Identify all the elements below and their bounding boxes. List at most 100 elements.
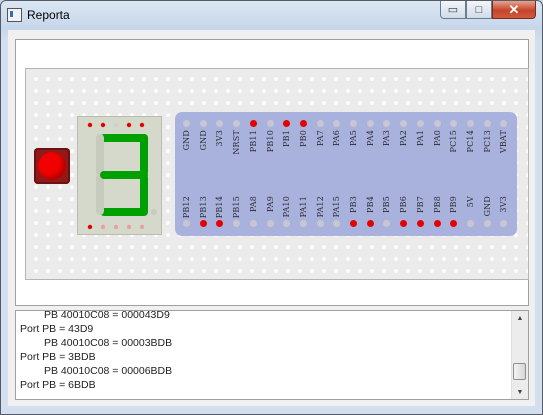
pin-bottom_pins-16[interactable] (450, 220, 458, 227)
log-output[interactable]: PB 40010C08 = 000043D9 Port PB = 43D9 PB 4… (15, 310, 529, 400)
pin-top_pins-1[interactable] (199, 120, 207, 127)
pin-label: PB11 (248, 130, 258, 153)
pin-top_pins-3[interactable] (233, 120, 241, 127)
display-pin-bottom (126, 224, 132, 230)
pin-top_pins-11[interactable] (366, 120, 374, 127)
maximize-button[interactable]: □ (466, 1, 492, 19)
log-lines: PB 40010C08 = 000043D9 Port PB = 43D9 PB 4… (20, 311, 510, 392)
client-area: GND GND 3V3 NRST PB11 PB10 PB1 PB0 PA7 PA6 PA5 PA4 P… (8, 30, 535, 406)
pin-top_pins-7[interactable] (299, 120, 307, 127)
scroll-thumb[interactable] (513, 363, 526, 380)
pin-bottom_pins-13[interactable] (400, 220, 408, 227)
pin-top_pins-16[interactable] (450, 120, 458, 127)
pin-top_pins-5[interactable] (266, 120, 274, 127)
pin-label: PB1 (282, 130, 292, 147)
pin-label: PA10 (282, 196, 292, 218)
log-line: Port PB = 43D9 (20, 323, 94, 335)
log-line: PB 40010C08 = 00006BDB (44, 365, 173, 377)
mcu-board: GND GND 3V3 NRST PB11 PB10 PB1 PB0 PA7 PA6 PA5 PA4 P… (175, 112, 517, 236)
log-scrollbar[interactable]: ▲ ▼ (511, 311, 528, 399)
pin-bottom_pins-12[interactable] (383, 220, 391, 227)
pin-label: PB5 (382, 196, 392, 213)
display-pin-bottom (100, 224, 106, 230)
pin-bottom_pins-4[interactable] (249, 220, 257, 227)
pin-bottom_pins-5[interactable] (266, 220, 274, 227)
pin-top_pins-0[interactable] (183, 120, 190, 127)
pin-top_pins-8[interactable] (316, 120, 324, 127)
display-pin-top (139, 122, 145, 128)
pin-label: PC14 (465, 130, 475, 153)
pin-top_pins-4[interactable] (249, 120, 257, 127)
pin-label: PB3 (349, 196, 358, 213)
pin-label: PA7 (315, 130, 325, 147)
minimize-button[interactable]: ▭ (440, 1, 466, 19)
pin-label: 5V (465, 196, 475, 208)
display-pin-top (113, 122, 119, 128)
pin-top_pins-19[interactable] (500, 120, 508, 127)
pin-bottom_pins-10[interactable] (350, 220, 357, 227)
decimal-point (151, 209, 157, 215)
pin-label: PA6 (332, 130, 342, 147)
display-pin-top (87, 122, 93, 128)
display-pin-bottom (113, 224, 119, 230)
log-line: Port PB = 6BDB (20, 379, 96, 391)
pin-top_pins-17[interactable] (466, 120, 474, 127)
pin-bottom_pins-19[interactable] (500, 220, 508, 227)
pin-top_pins-10[interactable] (350, 120, 357, 127)
pin-bottom_pins-17[interactable] (466, 220, 474, 227)
app-window-icon[interactable] (7, 8, 22, 22)
pin-label: PA0 (432, 130, 442, 147)
pin-bottom_pins-11[interactable] (366, 220, 374, 227)
pin-bottom_pins-1[interactable] (199, 220, 207, 227)
pin-label: PB0 (298, 130, 308, 147)
pin-label: GND (198, 130, 208, 151)
log-line: Port PB = 3BDB (20, 351, 96, 363)
pin-top_pins-12[interactable] (383, 120, 391, 127)
simulation-canvas[interactable]: GND GND 3V3 NRST PB11 PB10 PB1 PB0 PA7 PA6 PA5 PA4 P… (15, 39, 529, 306)
pin-label: PB15 (232, 196, 242, 219)
pin-bottom_pins-7[interactable] (299, 220, 307, 227)
scroll-down-arrow-icon[interactable]: ▼ (512, 385, 528, 399)
red-led (34, 148, 70, 184)
pin-label: 3V3 (499, 196, 509, 213)
app-window: Reporta ▭ □ ✕ GND GND 3V3 NRST PB11 PB10 PB1 PB… (0, 0, 543, 415)
pin-bottom_pins-14[interactable] (416, 220, 424, 227)
pin-label: PB12 (182, 196, 191, 219)
close-button[interactable]: ✕ (492, 1, 536, 19)
pin-label: PA11 (298, 196, 308, 218)
title-bar[interactable]: Reporta ▭ □ ✕ (1, 1, 542, 29)
window-title: Reporta (27, 8, 70, 22)
display-pin-top (100, 122, 106, 128)
pin-top_pins-2[interactable] (216, 120, 224, 127)
pin-top_pins-14[interactable] (416, 120, 424, 127)
display-pin-bottom (87, 224, 93, 230)
pin-label: PB14 (215, 196, 225, 219)
pin-top_pins-9[interactable] (333, 120, 341, 127)
scroll-up-arrow-icon[interactable]: ▲ (512, 311, 528, 325)
seven-segment-display (77, 116, 162, 235)
pin-bottom_pins-18[interactable] (483, 220, 491, 227)
pin-label: PA9 (265, 196, 275, 213)
pin-top_pins-18[interactable] (483, 120, 491, 127)
pin-label: PC15 (449, 130, 459, 153)
pin-bottom_pins-0[interactable] (183, 220, 190, 227)
pin-label: 3V3 (215, 130, 225, 147)
pin-top_pins-13[interactable] (400, 120, 408, 127)
breadboard: GND GND 3V3 NRST PB11 PB10 PB1 PB0 PA7 PA6 PA5 PA4 P… (25, 68, 529, 280)
pin-label: PC13 (482, 130, 492, 153)
pin-label: PB13 (198, 196, 208, 219)
display-pin-bottom (139, 224, 145, 230)
pin-top_pins-6[interactable] (283, 120, 291, 127)
pin-top_pins-15[interactable] (433, 120, 441, 127)
pin-bottom_pins-15[interactable] (433, 220, 441, 227)
pin-label: PB8 (432, 196, 442, 213)
pin-label: PA2 (399, 130, 409, 147)
pin-bottom_pins-6[interactable] (283, 220, 291, 227)
pin-bottom_pins-8[interactable] (316, 220, 324, 227)
pin-bottom_pins-2[interactable] (216, 220, 224, 227)
pin-label: PA3 (382, 130, 392, 147)
pin-label: PA8 (248, 196, 258, 213)
pin-bottom_pins-9[interactable] (333, 220, 341, 227)
pin-bottom_pins-3[interactable] (233, 220, 241, 227)
pin-label: PA15 (332, 196, 342, 218)
